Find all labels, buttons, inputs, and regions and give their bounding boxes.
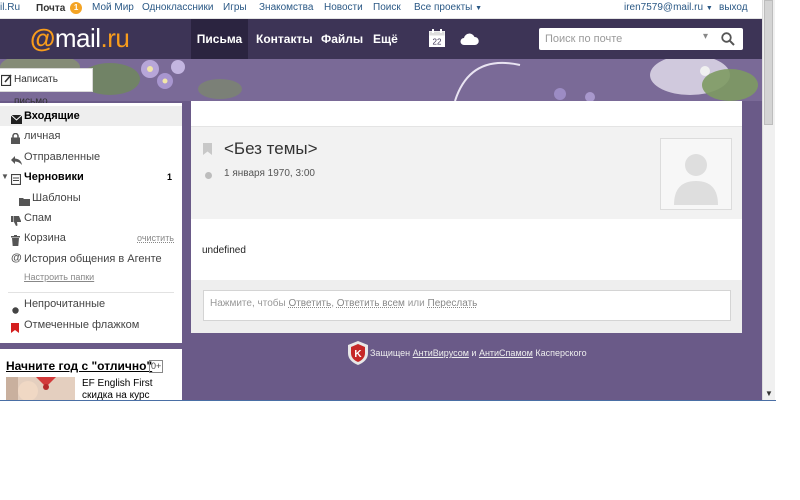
portal-link-odnoklassniki[interactable]: Одноклассники bbox=[142, 2, 213, 13]
cloud-icon[interactable] bbox=[459, 32, 479, 49]
sidebar-item-drafts[interactable]: ▼ Черновики 1 bbox=[0, 167, 182, 187]
promo-image[interactable] bbox=[6, 377, 75, 400]
drafts-count-badge: 1 bbox=[166, 172, 172, 182]
portal-link-games[interactable]: Игры bbox=[223, 2, 247, 13]
tab-contacts[interactable]: Контакты bbox=[256, 19, 313, 59]
message-date: 1 января 1970, 3:00 bbox=[224, 168, 315, 179]
svg-text:K: K bbox=[354, 349, 362, 360]
compose-button[interactable]: Написать письмо bbox=[0, 68, 93, 107]
portal-link-mail[interactable]: Почта 1 bbox=[36, 2, 83, 14]
search-dropdown-icon[interactable]: ▾ bbox=[703, 31, 708, 42]
calendar-icon[interactable]: 22 bbox=[429, 29, 445, 50]
mailru-logo[interactable]: @mail.ru bbox=[30, 23, 130, 54]
search-icon[interactable] bbox=[721, 32, 735, 49]
antivirus-link[interactable]: АнтиВирусом bbox=[413, 348, 469, 358]
reply-link[interactable]: Ответить bbox=[288, 298, 331, 309]
portal-link-dating[interactable]: Знакомства bbox=[259, 2, 313, 13]
setup-folders-link[interactable]: Настроить папки bbox=[24, 272, 94, 282]
sidebar-item-templates[interactable]: Шаблоны bbox=[0, 188, 182, 208]
quick-reply-box[interactable]: Нажмите, чтобы Ответить, Ответить всем и… bbox=[203, 290, 731, 321]
promo-title-link[interactable]: Начните год с "отлично" bbox=[6, 359, 152, 373]
promo-text-line2[interactable]: скидка на курс bbox=[82, 390, 150, 400]
chevron-down-icon: ▼ bbox=[475, 5, 483, 12]
tab-letters[interactable]: Письма bbox=[191, 19, 248, 59]
filter-unread[interactable]: Непрочитанные bbox=[0, 294, 182, 314]
tab-more[interactable]: Ещё bbox=[373, 19, 398, 59]
chevron-down-icon: ▼ bbox=[705, 5, 713, 12]
logout-link[interactable]: выход bbox=[719, 2, 748, 13]
message-body: undefined bbox=[202, 245, 246, 256]
window-bottom-edge bbox=[0, 400, 776, 401]
quick-reply-area: Нажмите, чтобы Ответить, Ответить всем и… bbox=[191, 280, 742, 333]
portal-link-moymir[interactable]: Мой Мир bbox=[92, 2, 134, 13]
tab-files[interactable]: Файлы bbox=[321, 19, 363, 59]
portal-link-all-projects[interactable]: Все проекты ▼ bbox=[414, 2, 482, 13]
message-subject: <Без темы> bbox=[224, 139, 318, 158]
message-view: <Без темы> 1 января 1970, 3:00 undefined… bbox=[191, 101, 742, 333]
search-box[interactable]: ▾ bbox=[539, 28, 743, 50]
svg-text:22: 22 bbox=[433, 38, 442, 47]
promo-text-line1[interactable]: EF English First bbox=[82, 378, 153, 389]
portal-link-news[interactable]: Новости bbox=[324, 2, 363, 13]
message-header: <Без темы> 1 января 1970, 3:00 bbox=[191, 126, 742, 219]
mail-app-window: il.Ru Почта 1 Мой Мир Одноклассники Игры… bbox=[0, 0, 762, 400]
sidebar-divider bbox=[8, 292, 174, 293]
search-input[interactable] bbox=[545, 31, 695, 47]
pencil-icon bbox=[0, 73, 12, 95]
promo-block: Начните год с "отлично" 0+ EF English Fi… bbox=[0, 349, 182, 400]
kaspersky-shield-icon: K bbox=[348, 341, 368, 367]
empty-trash-link[interactable]: очистить bbox=[137, 228, 174, 248]
scroll-down-arrow-icon[interactable]: ▼ bbox=[765, 389, 773, 398]
at-icon: @ bbox=[11, 252, 22, 264]
sidebar-item-inbox[interactable]: Входящие bbox=[0, 106, 182, 126]
vertical-scrollbar[interactable]: ▼ bbox=[762, 0, 775, 400]
floral-background bbox=[0, 59, 762, 101]
flag-icon bbox=[11, 320, 19, 340]
sidebar-item-sent[interactable]: Отправленные bbox=[0, 147, 182, 167]
read-status-dot-icon[interactable] bbox=[205, 172, 212, 179]
portal-link-mailru[interactable]: il.Ru bbox=[0, 2, 20, 13]
antispam-link[interactable]: АнтиСпамом bbox=[479, 348, 533, 358]
sidebar-item-trash[interactable]: Корзина очистить bbox=[0, 228, 182, 248]
filter-flagged[interactable]: Отмеченные флажком bbox=[0, 315, 182, 335]
sidebar-item-agent-history[interactable]: @ История общения в Агенте bbox=[0, 249, 182, 269]
portal-link-search[interactable]: Поиск bbox=[373, 2, 401, 13]
reply-all-link[interactable]: Ответить всем bbox=[337, 298, 405, 309]
sender-avatar bbox=[660, 138, 732, 210]
forward-link[interactable]: Переслать bbox=[428, 298, 478, 309]
age-rating-badge: 0+ bbox=[149, 360, 164, 373]
user-email-menu[interactable]: iren7579@mail.ru ▼ bbox=[624, 2, 713, 13]
folder-sidebar: Входящие личная Отправленные ▼ Черновики… bbox=[0, 103, 182, 343]
mail-count-badge: 1 bbox=[70, 2, 83, 14]
bookmark-flag-icon[interactable] bbox=[203, 143, 212, 158]
mail-header: @mail.ru Письма Контакты Файлы Ещё 22 ▾ bbox=[0, 19, 762, 59]
sidebar-item-personal[interactable]: личная bbox=[0, 126, 182, 146]
scrollbar-thumb[interactable] bbox=[764, 0, 773, 125]
portal-bar: il.Ru Почта 1 Мой Мир Одноклассники Игры… bbox=[0, 0, 762, 19]
collapse-triangle-icon[interactable]: ▼ bbox=[1, 167, 9, 187]
sidebar-item-spam[interactable]: Спам bbox=[0, 208, 182, 228]
